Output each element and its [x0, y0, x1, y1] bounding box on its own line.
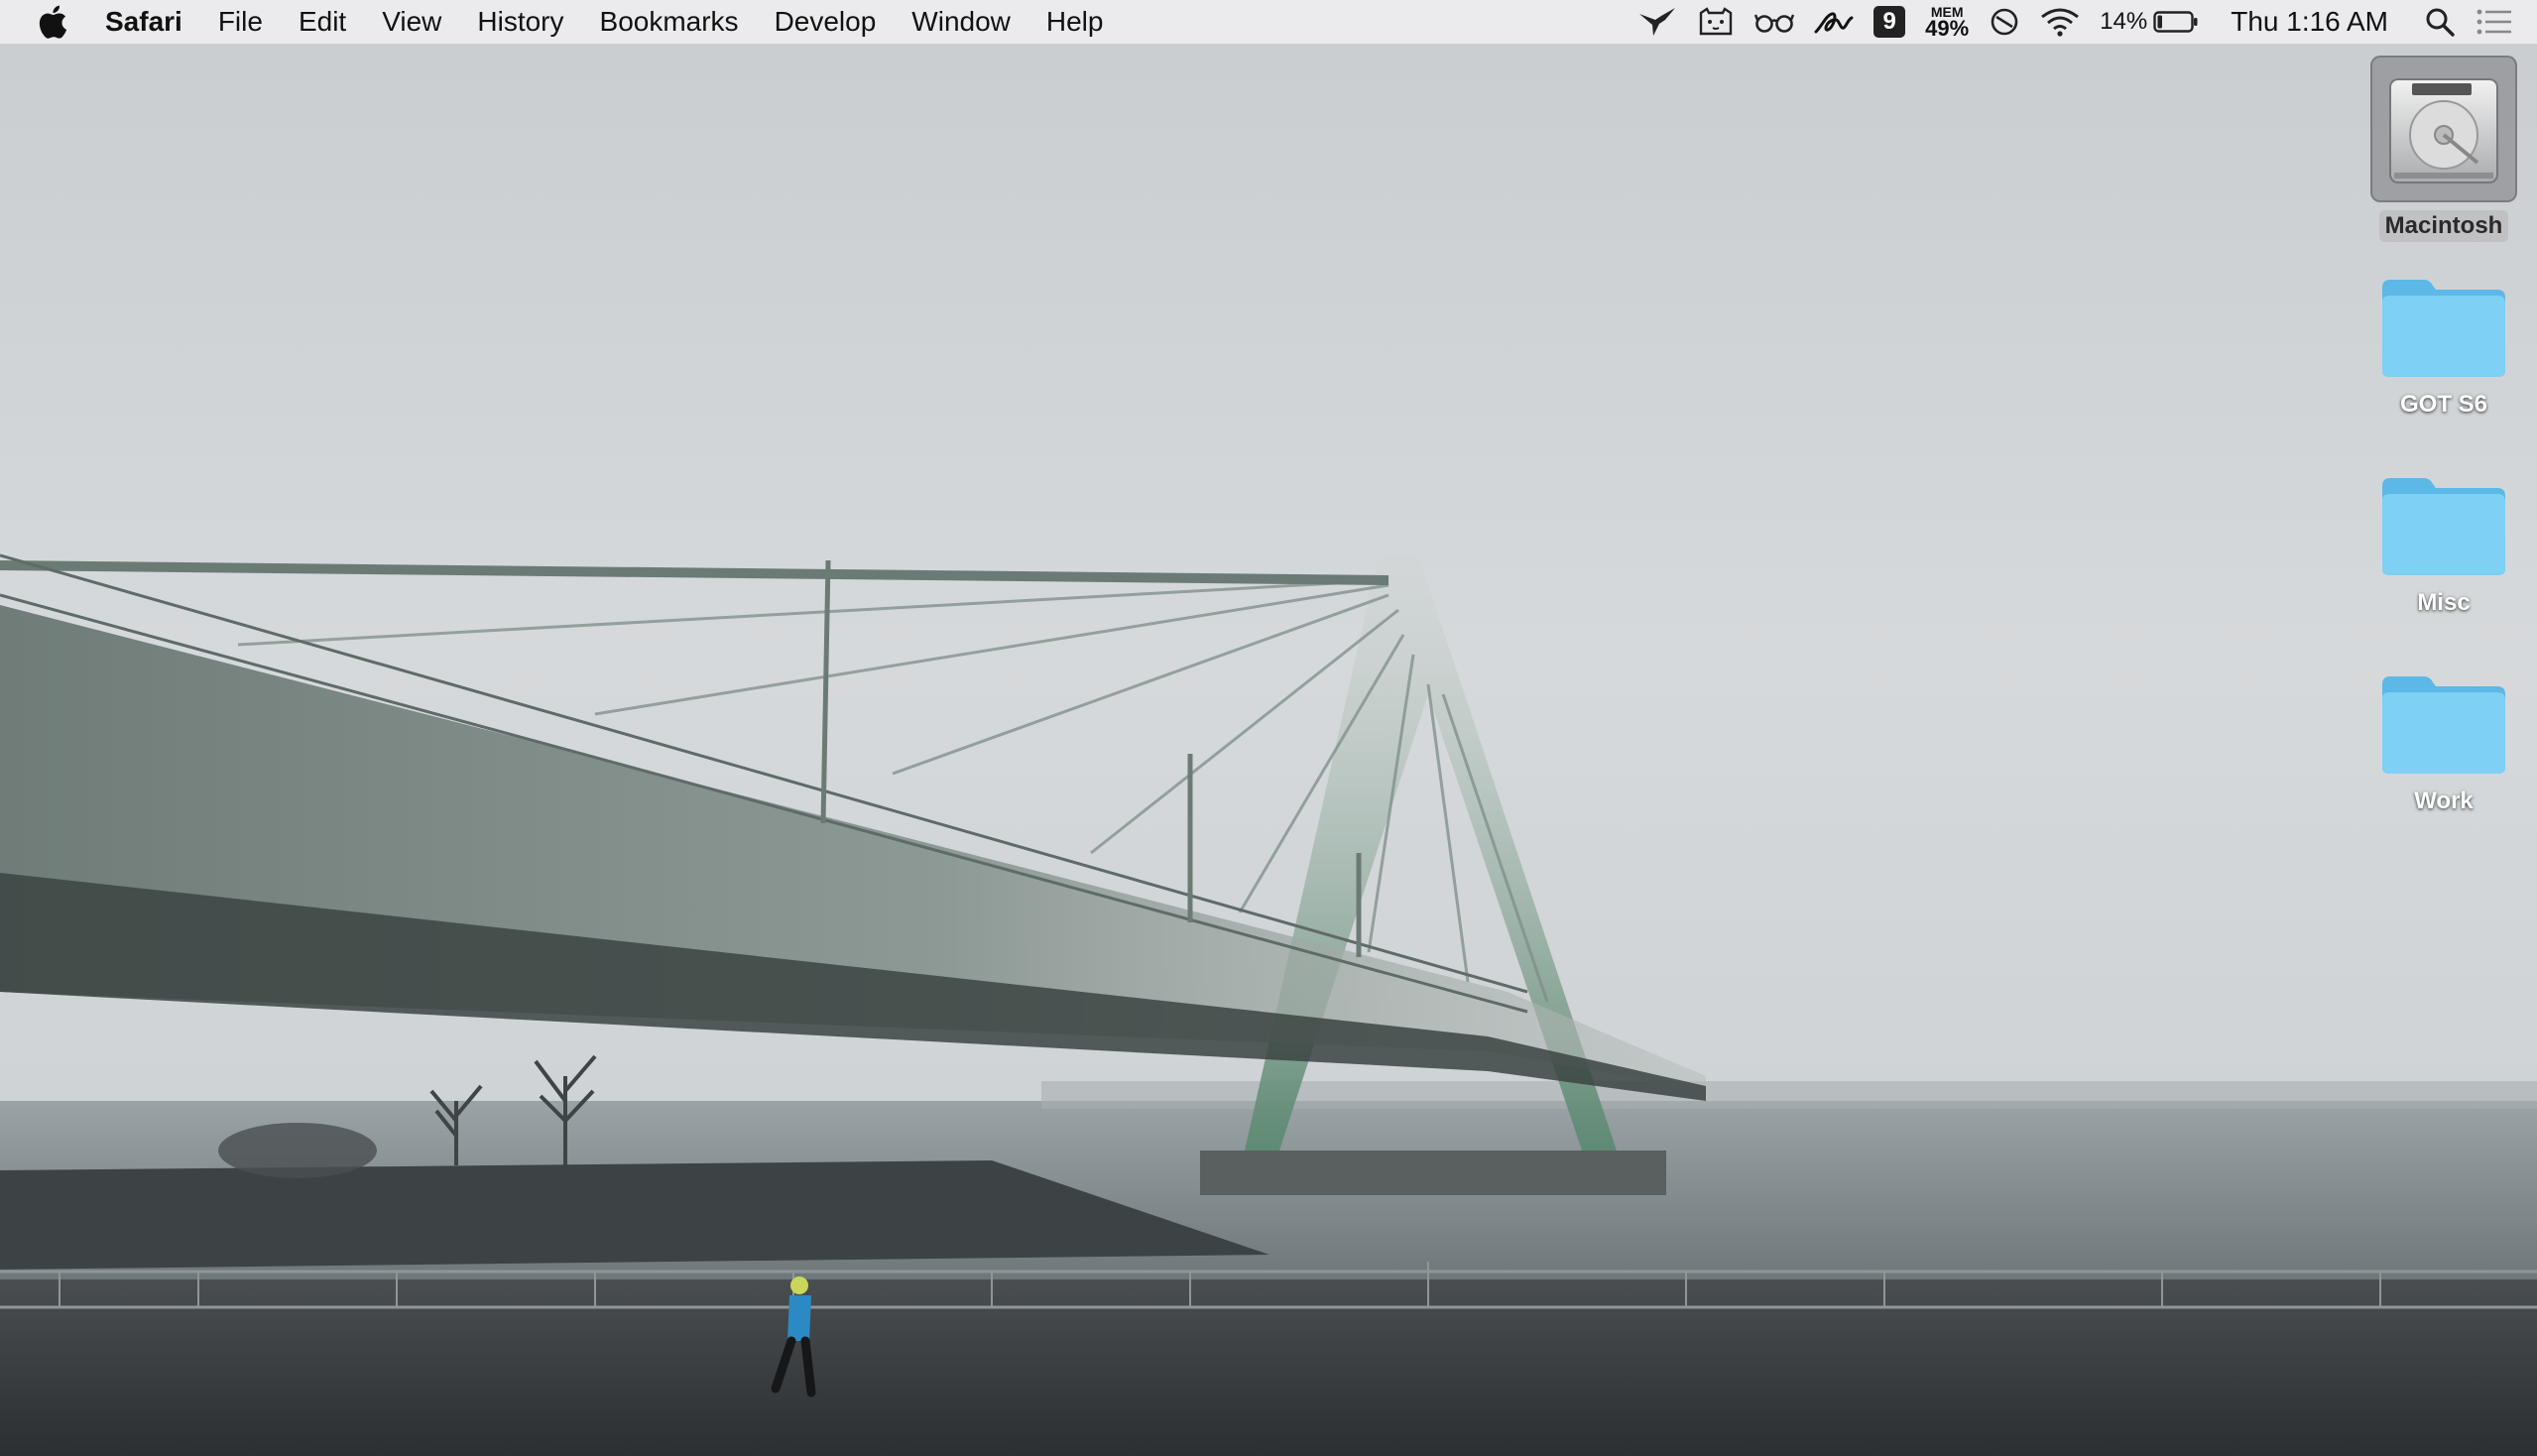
battery-status[interactable]: 14% [2100, 0, 2199, 44]
desktop-wallpaper [0, 0, 2537, 1456]
folder-icon [2382, 676, 2505, 774]
desktop-icon-work[interactable]: Work [2364, 670, 2523, 817]
battery-percent: 14% [2100, 8, 2148, 35]
apple-logo-icon[interactable] [38, 3, 71, 41]
menu-edit[interactable]: Edit [281, 0, 364, 44]
desktop-icon-macintosh-hd[interactable]: Macintosh [2364, 56, 2523, 242]
notification-center-icon[interactable] [2476, 0, 2513, 44]
hummingbird-icon[interactable] [1637, 0, 1677, 44]
memory-value: 49% [1925, 15, 1970, 41]
wifi-icon[interactable] [2040, 0, 2080, 44]
menu-history[interactable]: History [459, 0, 581, 44]
folder-icon [2382, 280, 2505, 377]
battery-icon [2153, 11, 2198, 33]
menu-file[interactable]: File [200, 0, 281, 44]
hard-drive-icon [2370, 56, 2517, 202]
memory-monitor[interactable]: MEM 49% [1925, 5, 1969, 40]
menu-bar: Safari File Edit View History Bookmarks … [0, 0, 2537, 45]
desktop-icon-label: Macintosh [2378, 210, 2509, 242]
folder-icon [2382, 478, 2505, 575]
menubar-clock[interactable]: Thu 1:16 AM [2231, 6, 2388, 38]
spotlight-search-icon[interactable] [2424, 0, 2456, 44]
menu-develop[interactable]: Develop [757, 0, 895, 44]
cat-icon[interactable] [1697, 0, 1735, 44]
desktop-icon-label: Misc [2417, 589, 2471, 616]
badge-count-icon[interactable]: 9 [1873, 0, 1906, 44]
status-menus: 9 MEM 49% 14% Thu 1:16 AM [1628, 0, 2537, 44]
do-not-disturb-icon[interactable] [1989, 0, 2020, 44]
badge-count: 9 [1873, 6, 1906, 38]
menu-view[interactable]: View [364, 0, 459, 44]
menu-help[interactable]: Help [1028, 0, 1122, 44]
signature-icon[interactable] [1814, 0, 1854, 44]
menu-window[interactable]: Window [894, 0, 1028, 44]
glasses-icon[interactable] [1754, 0, 1795, 44]
desktop-icon-label: Work [2414, 788, 2474, 814]
desktop-icon-got-s6[interactable]: GOT S6 [2364, 274, 2523, 421]
menu-bookmarks[interactable]: Bookmarks [582, 0, 757, 44]
menu-app-name[interactable]: Safari [105, 0, 200, 44]
desktop-icon-misc[interactable]: Misc [2364, 472, 2523, 619]
desktop-icon-label: GOT S6 [2399, 391, 2488, 418]
